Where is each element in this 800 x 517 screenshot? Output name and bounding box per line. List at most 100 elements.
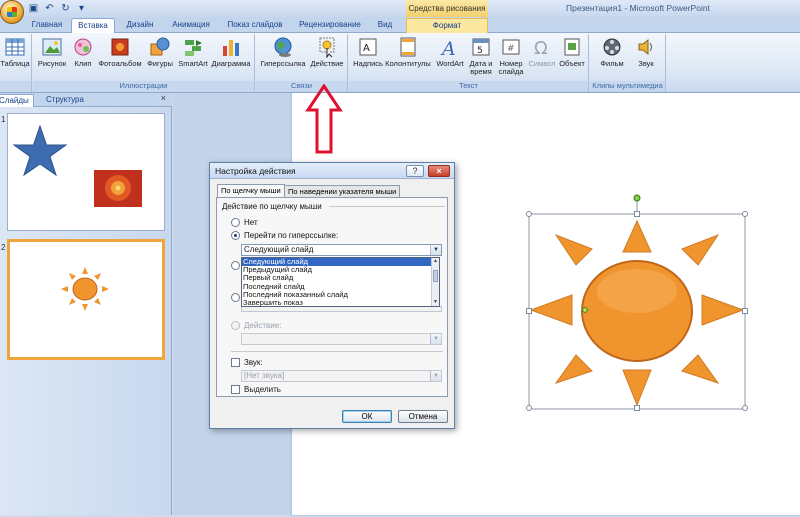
film-reel-icon: [601, 36, 623, 58]
radio-object-action[interactable]: [231, 321, 240, 330]
radio-hyperlink[interactable]: [231, 231, 240, 240]
redo-icon[interactable]: ↻: [60, 3, 71, 14]
radio-run-program[interactable]: [231, 261, 240, 270]
hyperlink-button[interactable]: Гиперссылка: [258, 36, 308, 78]
svg-text:5: 5: [477, 46, 483, 56]
chevron-down-icon[interactable]: ▼: [430, 245, 441, 255]
tab-slide-show[interactable]: Показ слайдов: [224, 18, 286, 33]
sound-label: Звук: [638, 59, 654, 68]
slide-thumbnail-1[interactable]: [7, 113, 165, 231]
tab-slides[interactable]: Слайды: [0, 94, 34, 107]
slide-number-button[interactable]: # Номер слайда: [496, 36, 526, 78]
slide-number-2: 2: [1, 243, 6, 252]
close-icon[interactable]: ×: [161, 93, 166, 103]
clip-button[interactable]: Клип: [70, 36, 96, 78]
group-label-text: Текст: [349, 81, 588, 92]
picture-button[interactable]: Рисунок: [35, 36, 69, 78]
table-icon: [4, 36, 26, 58]
table-button[interactable]: Таблица: [0, 36, 30, 78]
group-divider: [329, 206, 445, 207]
undo-icon[interactable]: ↶: [44, 3, 55, 14]
calendar-icon: 5: [470, 36, 492, 58]
scroll-up-icon[interactable]: ▲: [433, 259, 438, 264]
dropdown-option[interactable]: Завершить показ: [242, 298, 432, 307]
highlight-checkbox[interactable]: [231, 385, 240, 394]
wordart-icon: A: [439, 36, 461, 60]
scroll-thumb[interactable]: [433, 270, 438, 282]
svg-text:A: A: [363, 43, 370, 54]
slide-number-1: 1: [1, 115, 6, 124]
picture-label: Рисунок: [37, 59, 67, 68]
resize-handle-bottom-right[interactable]: [742, 405, 748, 411]
radio-run-macro[interactable]: [231, 293, 240, 302]
shapes-button[interactable]: Фигуры: [143, 36, 177, 78]
help-button[interactable]: ?: [406, 165, 424, 177]
resize-handle-bottom-left[interactable]: [526, 405, 532, 411]
resize-handle-top[interactable]: [634, 211, 640, 217]
save-icon[interactable]: ▣: [28, 3, 39, 14]
tab-view[interactable]: Вид: [372, 18, 398, 33]
ok-button[interactable]: ОК: [342, 410, 392, 423]
action-button[interactable]: Действие: [309, 36, 345, 78]
hyperlink-label: Гиперссылка: [260, 59, 306, 68]
date-time-button[interactable]: 5 Дата и время: [467, 36, 495, 78]
resize-handle-bottom[interactable]: [634, 405, 640, 411]
sun-thumbnail: [61, 267, 109, 311]
scroll-down-icon[interactable]: ▼: [433, 300, 438, 305]
resize-handle-right[interactable]: [742, 308, 748, 314]
svg-text:#: #: [507, 44, 515, 54]
movie-label: Фильм: [600, 59, 624, 68]
sound-button[interactable]: Звук: [630, 36, 662, 78]
sound-select[interactable]: [Нет звука] ▼: [241, 370, 442, 382]
chevron-down-icon: ▼: [430, 334, 441, 344]
object-action-select[interactable]: ▼: [241, 333, 442, 345]
photo-album-button[interactable]: Фотоальбом: [97, 36, 143, 78]
tab-review[interactable]: Рецензирование: [296, 18, 364, 33]
ribbon-group-tables: Таблица: [0, 34, 32, 92]
rotation-handle[interactable]: [633, 194, 641, 202]
resize-handle-top-left[interactable]: [526, 211, 532, 217]
smartart-button[interactable]: SmartArt: [177, 36, 209, 78]
slides-panel: Слайды Структура × 1 2: [0, 93, 172, 515]
chart-button[interactable]: Диаграмма: [209, 36, 253, 78]
tab-design[interactable]: Дизайн: [122, 18, 158, 33]
clip-label: Клип: [74, 59, 92, 68]
symbol-button[interactable]: Ω Символ: [527, 36, 557, 78]
wordart-button[interactable]: A WordArt: [433, 36, 467, 78]
object-icon: [561, 36, 583, 58]
resize-handle-top-right[interactable]: [742, 211, 748, 217]
cancel-button[interactable]: Отмена: [398, 410, 448, 423]
wordart-label: WordArt: [436, 59, 464, 68]
hyperlink-dropdown-list: Следующий слайд Предыдущий слайд Первый …: [241, 257, 440, 307]
resize-handle-left[interactable]: [526, 308, 532, 314]
dialog-close-button[interactable]: ×: [428, 165, 450, 177]
object-button[interactable]: Объект: [557, 36, 587, 78]
tab-on-mouse-click[interactable]: По щелчку мыши: [217, 184, 285, 198]
tab-insert[interactable]: Вставка: [71, 18, 115, 33]
sound-divider: [231, 351, 443, 352]
dropdown-scrollbar[interactable]: ▲ ▼: [431, 258, 439, 306]
slide-thumbnail-2[interactable]: [7, 239, 165, 360]
office-button[interactable]: [0, 0, 24, 24]
shapes-label: Фигуры: [147, 59, 173, 68]
action-settings-dialog: Настройка действия ? × По щелчку мыши По…: [209, 162, 455, 429]
hyperlink-target-select[interactable]: Следующий слайд ▼: [241, 244, 442, 256]
radio-none[interactable]: [231, 218, 240, 227]
movie-button[interactable]: Фильм: [594, 36, 630, 78]
panel-tabs: Слайды Структура ×: [0, 93, 172, 107]
drawing-tools-context-header: Средства рисования: [406, 0, 488, 18]
speaker-icon: [635, 36, 657, 58]
photo-album-label: Фотоальбом: [98, 59, 142, 68]
header-footer-button[interactable]: Колонтитулы: [385, 36, 431, 78]
tab-outline[interactable]: Структура: [42, 94, 88, 107]
customize-toolbar-icon[interactable]: ▾: [76, 3, 87, 14]
slide-1-content: [12, 124, 142, 207]
tab-format[interactable]: Формат: [406, 18, 488, 33]
group-label-media: Клипы мультимедиа: [590, 81, 665, 92]
radio-none-label: Нет: [244, 218, 258, 227]
textbox-button[interactable]: A Надпись: [351, 36, 385, 78]
sun-shape[interactable]: [529, 219, 745, 407]
tab-home[interactable]: Главная: [28, 18, 66, 33]
sound-checkbox[interactable]: [231, 358, 240, 367]
tab-animation[interactable]: Анимация: [168, 18, 214, 33]
